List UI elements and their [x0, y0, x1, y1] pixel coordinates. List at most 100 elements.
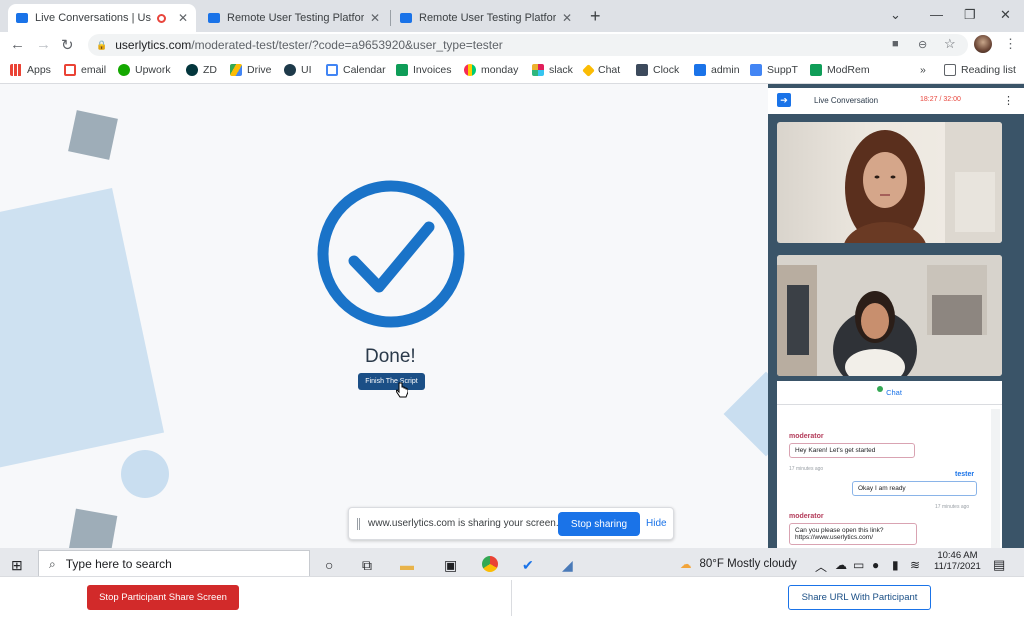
- drag-handle[interactable]: [357, 517, 360, 530]
- bookmark-chat[interactable]: Chat: [582, 63, 620, 77]
- bookmark-apps[interactable]: Apps: [10, 64, 51, 76]
- ui-icon: [284, 64, 296, 76]
- url-domain: userlytics.com: [115, 38, 192, 52]
- app-icon[interactable]: ◢: [562, 557, 573, 574]
- lock-icon: 🔒: [96, 39, 108, 50]
- bookmark-drive[interactable]: Drive: [230, 64, 272, 76]
- taskbar-search-input[interactable]: ⌕ Type here to search: [38, 550, 310, 578]
- task-view-icon[interactable]: ⧉: [362, 557, 372, 574]
- camera-icon[interactable]: ■: [892, 38, 899, 50]
- store-icon[interactable]: ▣: [444, 557, 457, 574]
- person-video-icon: [777, 255, 1002, 376]
- share-url-button[interactable]: Share URL With Participant: [788, 585, 931, 610]
- display-icon[interactable]: ▭: [853, 558, 864, 572]
- bookmark-suppt[interactable]: SuppT: [750, 64, 798, 76]
- forward-icon[interactable]: →: [36, 36, 51, 53]
- partly-cloudy-icon: ☁: [680, 559, 692, 571]
- tab-remote-testing-1[interactable]: Remote User Testing Platform | U ✕: [200, 4, 388, 32]
- microphone-icon[interactable]: ●: [872, 558, 879, 572]
- bookmark-invoices[interactable]: Invoices: [396, 64, 452, 76]
- tab-search-icon[interactable]: ⌄: [890, 7, 901, 23]
- panel-menu-icon[interactable]: ⋮: [1003, 94, 1014, 107]
- weather-widget[interactable]: ☁ 80°F Mostly cloudy: [680, 557, 797, 571]
- online-indicator-icon: [877, 385, 884, 392]
- reading-list[interactable]: Reading list: [944, 64, 1016, 76]
- message-sender: moderator: [789, 513, 824, 520]
- close-tab-icon[interactable]: ✕: [370, 11, 380, 25]
- admin-icon: [694, 64, 706, 76]
- onedrive-icon[interactable]: ☁: [835, 558, 847, 572]
- chat-pane: Chat moderator Hey Karen! Let's get star…: [777, 381, 1002, 548]
- bookmark-monday[interactable]: monday: [464, 64, 518, 76]
- message-bubble: Hey Karen! Let's get started: [789, 443, 915, 458]
- bookmark-ui[interactable]: UI: [284, 64, 312, 76]
- chat-tab[interactable]: Chat: [777, 381, 1002, 405]
- show-hidden-icons-icon[interactable]: ︿: [815, 558, 827, 575]
- new-tab-icon[interactable]: +: [590, 6, 601, 27]
- url-field[interactable]: 🔒 userlytics.com/moderated-test/tester/?…: [88, 34, 968, 56]
- collapse-arrow-icon[interactable]: ➔: [777, 93, 791, 107]
- bookmark-email[interactable]: email: [64, 64, 106, 76]
- message-bubble: Okay I am ready: [852, 481, 977, 496]
- system-clock[interactable]: 10:46 AM 11/17/2021: [934, 550, 981, 572]
- menu-icon[interactable]: ⋮: [1004, 36, 1017, 52]
- bookmarks-overflow-icon[interactable]: »: [920, 64, 926, 76]
- close-window-icon[interactable]: ✕: [1000, 7, 1011, 23]
- recording-icon: [156, 13, 166, 23]
- stop-sharing-button[interactable]: Stop sharing: [558, 512, 640, 536]
- panel-title: Live Conversation: [814, 96, 879, 105]
- chrome-icon[interactable]: [482, 556, 498, 572]
- checkmark-circle-icon: [317, 180, 465, 328]
- back-icon[interactable]: ←: [10, 36, 25, 53]
- file-explorer-icon[interactable]: ▬: [400, 557, 414, 573]
- close-tab-icon[interactable]: ✕: [178, 11, 188, 25]
- bookmark-modrem[interactable]: ModRem: [810, 64, 870, 76]
- bookmark-clock[interactable]: Clock: [636, 64, 679, 76]
- person-video-icon: [844, 122, 1002, 243]
- star-icon[interactable]: ☆: [944, 36, 956, 52]
- wifi-icon[interactable]: ≋: [910, 558, 920, 572]
- restore-icon[interactable]: ❐: [964, 7, 976, 23]
- reading-list-icon: [944, 64, 956, 76]
- profile-avatar[interactable]: [974, 35, 992, 53]
- close-tab-icon[interactable]: ✕: [562, 11, 572, 25]
- zendesk-icon: [186, 64, 198, 76]
- upwork-icon: [118, 64, 130, 76]
- sheets-icon: [396, 64, 408, 76]
- tab-remote-testing-2[interactable]: Remote User Testing Platform | U ✕: [392, 4, 580, 32]
- finish-script-button[interactable]: Finish The Script: [358, 373, 425, 390]
- chat-bookmark-icon: [582, 63, 595, 77]
- done-heading: Done!: [365, 346, 416, 367]
- docs-icon: [750, 64, 762, 76]
- hide-link[interactable]: Hide: [646, 518, 667, 529]
- apps-grid-icon: [10, 64, 22, 76]
- battery-icon[interactable]: ▮: [892, 558, 899, 572]
- tab-live-conversations[interactable]: Live Conversations | Userlytic ✕: [8, 4, 196, 32]
- reload-icon[interactable]: ↻: [61, 36, 74, 54]
- minimize-icon[interactable]: —: [930, 7, 943, 22]
- slack-icon: [532, 64, 544, 76]
- windows-start-icon[interactable]: ⊞: [11, 557, 23, 574]
- userlytics-favicon-icon: [16, 13, 28, 23]
- chat-scrollbar[interactable]: [991, 409, 1000, 548]
- chat-messages: moderator Hey Karen! Let's get started 1…: [777, 409, 991, 548]
- cortana-icon[interactable]: ○: [325, 557, 333, 573]
- bookmark-slack[interactable]: slack: [532, 64, 573, 76]
- cursor-hand-icon: [396, 382, 408, 398]
- bookmark-admin[interactable]: admin: [694, 64, 740, 76]
- monday-icon: [464, 64, 476, 76]
- zoom-icon[interactable]: ⊖: [918, 38, 927, 51]
- stop-participant-share-button[interactable]: Stop Participant Share Screen: [87, 585, 239, 610]
- clock-icon: [636, 64, 648, 76]
- bookmark-upwork[interactable]: Upwork: [118, 64, 171, 76]
- tab-separator: [390, 10, 391, 26]
- notifications-icon[interactable]: ▤: [993, 557, 1005, 573]
- screen-share-notification: www.userlytics.com is sharing your scree…: [348, 507, 674, 540]
- message-link[interactable]: https://www.userlytics.com/: [795, 534, 911, 541]
- panel-header: ➔ Live Conversation: [768, 88, 1024, 114]
- bookmark-calendar[interactable]: Calendar: [326, 64, 386, 76]
- drive-icon: [230, 64, 242, 76]
- decorative-rectangle: [0, 188, 165, 470]
- bookmark-zd[interactable]: ZD: [186, 64, 217, 76]
- todo-icon[interactable]: ✔: [522, 557, 534, 574]
